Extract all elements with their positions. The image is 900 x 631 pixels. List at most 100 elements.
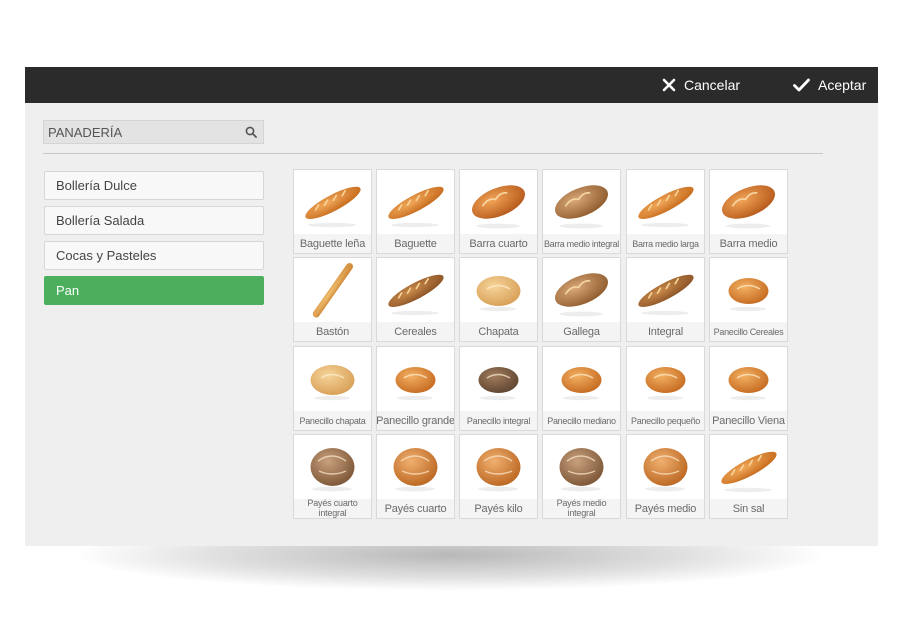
category-item[interactable]: Bollería Salada: [44, 206, 264, 235]
category-item[interactable]: Cocas y Pasteles: [44, 241, 264, 270]
product-label: Barra medio larga: [632, 238, 699, 249]
bread-baguette-icon: [388, 186, 444, 228]
product-tile[interactable]: Panecillo mediano: [542, 346, 621, 431]
product-image: [460, 170, 537, 234]
product-tile[interactable]: Cereales: [376, 257, 455, 342]
product-image: [627, 347, 704, 411]
product-tile[interactable]: Panecillo pequeño: [626, 346, 705, 431]
product-tile[interactable]: Chapata: [459, 257, 538, 342]
product-image: [627, 258, 704, 322]
bread-round-icon: [476, 448, 521, 492]
product-label: Panecillo grande: [376, 414, 455, 427]
bread-loaf-icon: [555, 185, 608, 229]
product-label: Cereales: [394, 325, 437, 338]
product-tile[interactable]: Baguette: [376, 169, 455, 254]
product-image: [710, 435, 787, 499]
product-image: [460, 258, 537, 322]
product-tile[interactable]: Panecillo grande: [376, 346, 455, 431]
product-tile[interactable]: Integral: [626, 257, 705, 342]
product-tile[interactable]: Panecillo Viena: [709, 346, 788, 431]
bread-round-icon: [559, 448, 604, 492]
product-label: Payés cuarto integral: [307, 498, 358, 518]
product-image: [377, 170, 454, 234]
product-tile[interactable]: Payés cuarto: [376, 434, 455, 519]
product-tile[interactable]: Barra medio integral: [542, 169, 621, 254]
bread-stick-icon: [312, 263, 354, 318]
top-toolbar: Cancelar Aceptar: [25, 67, 878, 103]
product-image: [294, 435, 371, 499]
product-label: Panecillo Cereales: [713, 326, 784, 337]
bread-roll-icon: [561, 367, 602, 401]
close-icon: [662, 78, 676, 92]
product-image: [377, 435, 454, 499]
search-input[interactable]: [44, 121, 238, 143]
bread-round-icon: [393, 448, 438, 492]
product-label: Barra medio integral: [543, 238, 620, 249]
product-image: [710, 258, 787, 322]
divider: [43, 153, 823, 154]
product-image: [627, 170, 704, 234]
bread-roll-icon: [728, 367, 769, 401]
product-tile[interactable]: Barra medio larga: [626, 169, 705, 254]
product-label: Gallega: [563, 325, 600, 338]
bread-roll-icon: [395, 367, 436, 401]
product-label: Barra cuarto: [469, 237, 528, 250]
product-tile[interactable]: Barra cuarto: [459, 169, 538, 254]
bread-baguette-icon: [305, 186, 361, 228]
cancel-button[interactable]: Cancelar: [662, 67, 740, 103]
product-image: [377, 347, 454, 411]
product-tile[interactable]: Panecillo Cereales: [709, 257, 788, 342]
product-tile[interactable]: Panecillo integral: [459, 346, 538, 431]
product-image: [627, 435, 704, 499]
product-tile[interactable]: Payés medio: [626, 434, 705, 519]
category-item[interactable]: Pan: [44, 276, 264, 305]
product-tile[interactable]: Payés kilo: [459, 434, 538, 519]
product-tile[interactable]: Gallega: [542, 257, 621, 342]
product-tile[interactable]: Payés cuarto integral: [293, 434, 372, 519]
product-image: [710, 170, 787, 234]
product-label: Baguette leña: [299, 237, 366, 250]
accept-label: Aceptar: [818, 77, 867, 93]
search-icon[interactable]: [245, 126, 257, 138]
bread-baguette-icon: [638, 186, 694, 228]
product-image: [294, 258, 371, 322]
product-image: [710, 347, 787, 411]
bread-baguette-icon: [638, 274, 694, 316]
bread-roll-icon: [476, 276, 521, 312]
product-label: Payés kilo: [474, 502, 523, 515]
product-tile[interactable]: Bastón: [293, 257, 372, 342]
product-label: Payés medio: [634, 502, 697, 515]
product-image: [543, 170, 620, 234]
product-tile[interactable]: Panecillo chapata: [293, 346, 372, 431]
accept-button[interactable]: Aceptar: [793, 67, 866, 103]
bread-roll-icon: [728, 278, 769, 312]
product-label: Chapata: [478, 325, 519, 338]
product-tile[interactable]: Sin sal: [709, 434, 788, 519]
bread-round-icon: [643, 448, 688, 492]
product-label: Panecillo chapata: [299, 415, 366, 426]
product-image: [543, 435, 620, 499]
product-label: Panecillo Viena: [712, 414, 785, 427]
bread-roll-icon: [310, 365, 355, 401]
product-label: Panecillo integral: [466, 415, 531, 426]
product-tile[interactable]: Barra medio: [709, 169, 788, 254]
product-label: Bastón: [315, 325, 350, 338]
bread-baguette-icon: [721, 451, 777, 493]
bread-roll-icon: [645, 367, 686, 401]
search-box: [43, 120, 264, 144]
product-picker-window: Cancelar Aceptar Bollería Dulce Bollería …: [25, 67, 878, 546]
product-image: [294, 347, 371, 411]
bread-loaf-icon: [722, 185, 775, 229]
product-label: Baguette: [394, 237, 437, 250]
product-label: Payés cuarto: [384, 502, 447, 515]
product-tile[interactable]: Payés medio integral: [542, 434, 621, 519]
cancel-label: Cancelar: [684, 77, 741, 93]
category-item[interactable]: Bollería Dulce: [44, 171, 264, 200]
product-image: [543, 347, 620, 411]
product-image: [294, 170, 371, 234]
check-icon: [793, 78, 810, 92]
product-label: Sin sal: [732, 502, 765, 515]
product-tile[interactable]: Baguette leña: [293, 169, 372, 254]
product-image: [460, 347, 537, 411]
product-label: Panecillo mediano: [547, 415, 616, 426]
